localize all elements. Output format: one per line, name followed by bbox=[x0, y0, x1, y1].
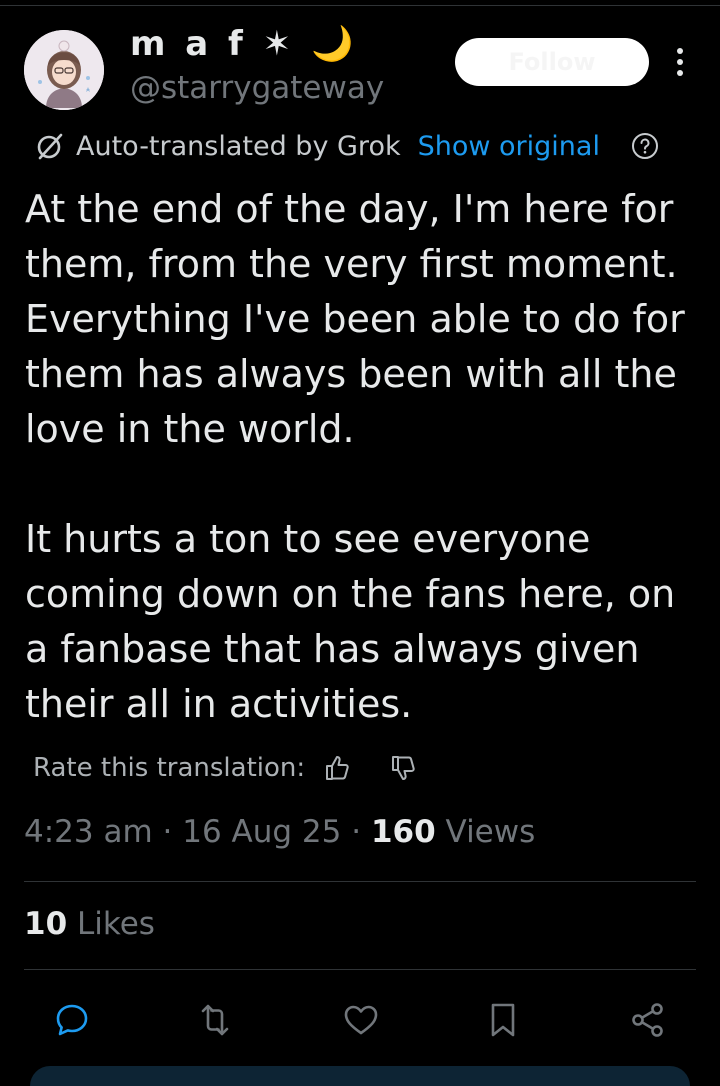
more-icon-dot bbox=[677, 70, 683, 76]
avatar-illustration bbox=[24, 30, 104, 110]
bookmark-button[interactable] bbox=[481, 998, 525, 1042]
views-label: Views bbox=[445, 814, 536, 850]
more-options-button[interactable] bbox=[665, 40, 695, 84]
likes-label: Likes bbox=[77, 906, 155, 942]
help-icon[interactable] bbox=[631, 132, 659, 160]
meta-separator: · bbox=[351, 814, 362, 850]
more-icon bbox=[677, 48, 683, 54]
retweet-icon bbox=[201, 1004, 229, 1036]
share-button[interactable] bbox=[626, 998, 670, 1042]
divider bbox=[24, 881, 696, 882]
show-original-link[interactable]: Show original bbox=[418, 131, 600, 162]
bookmark-icon bbox=[491, 1003, 515, 1037]
grok-icon bbox=[37, 133, 63, 160]
like-button[interactable] bbox=[339, 998, 383, 1042]
translation-banner: Auto-translated by Grok Show original bbox=[34, 126, 659, 166]
likes-stat[interactable]: 10 Likes bbox=[24, 906, 155, 942]
handle[interactable]: @starrygateway bbox=[130, 70, 384, 106]
likes-count: 10 bbox=[24, 906, 68, 942]
views-count: 160 bbox=[370, 814, 436, 850]
rate-translation-row: Rate this translation: bbox=[33, 748, 419, 788]
follow-button[interactable]: Follow bbox=[455, 38, 649, 86]
more-icon-dot bbox=[677, 59, 683, 65]
tweet-date[interactable]: 16 Aug 25 bbox=[182, 814, 341, 850]
thumbs-up-icon[interactable] bbox=[323, 753, 353, 783]
thumbs-down-icon[interactable] bbox=[389, 753, 419, 783]
like-icon bbox=[344, 1005, 378, 1035]
share-icon bbox=[632, 1003, 663, 1037]
tweet-text: At the end of the day, I'm here for them… bbox=[25, 187, 685, 726]
divider bbox=[24, 969, 696, 970]
reply-composer-edge[interactable] bbox=[30, 1066, 690, 1086]
reply-button[interactable] bbox=[50, 998, 94, 1042]
translated-label: Auto-translated by Grok bbox=[76, 130, 401, 162]
tweet-meta: 4:23 am · 16 Aug 25 · 160 Views bbox=[24, 814, 535, 850]
retweet-button[interactable] bbox=[193, 998, 237, 1042]
avatar[interactable] bbox=[24, 30, 104, 110]
reply-icon bbox=[56, 1004, 88, 1036]
meta-separator: · bbox=[162, 814, 173, 850]
top-divider bbox=[0, 0, 720, 6]
tweet-time[interactable]: 4:23 am bbox=[24, 814, 153, 850]
rate-translation-label: Rate this translation: bbox=[33, 753, 306, 783]
display-name[interactable]: m a f ✶ 🌙 bbox=[130, 24, 357, 64]
